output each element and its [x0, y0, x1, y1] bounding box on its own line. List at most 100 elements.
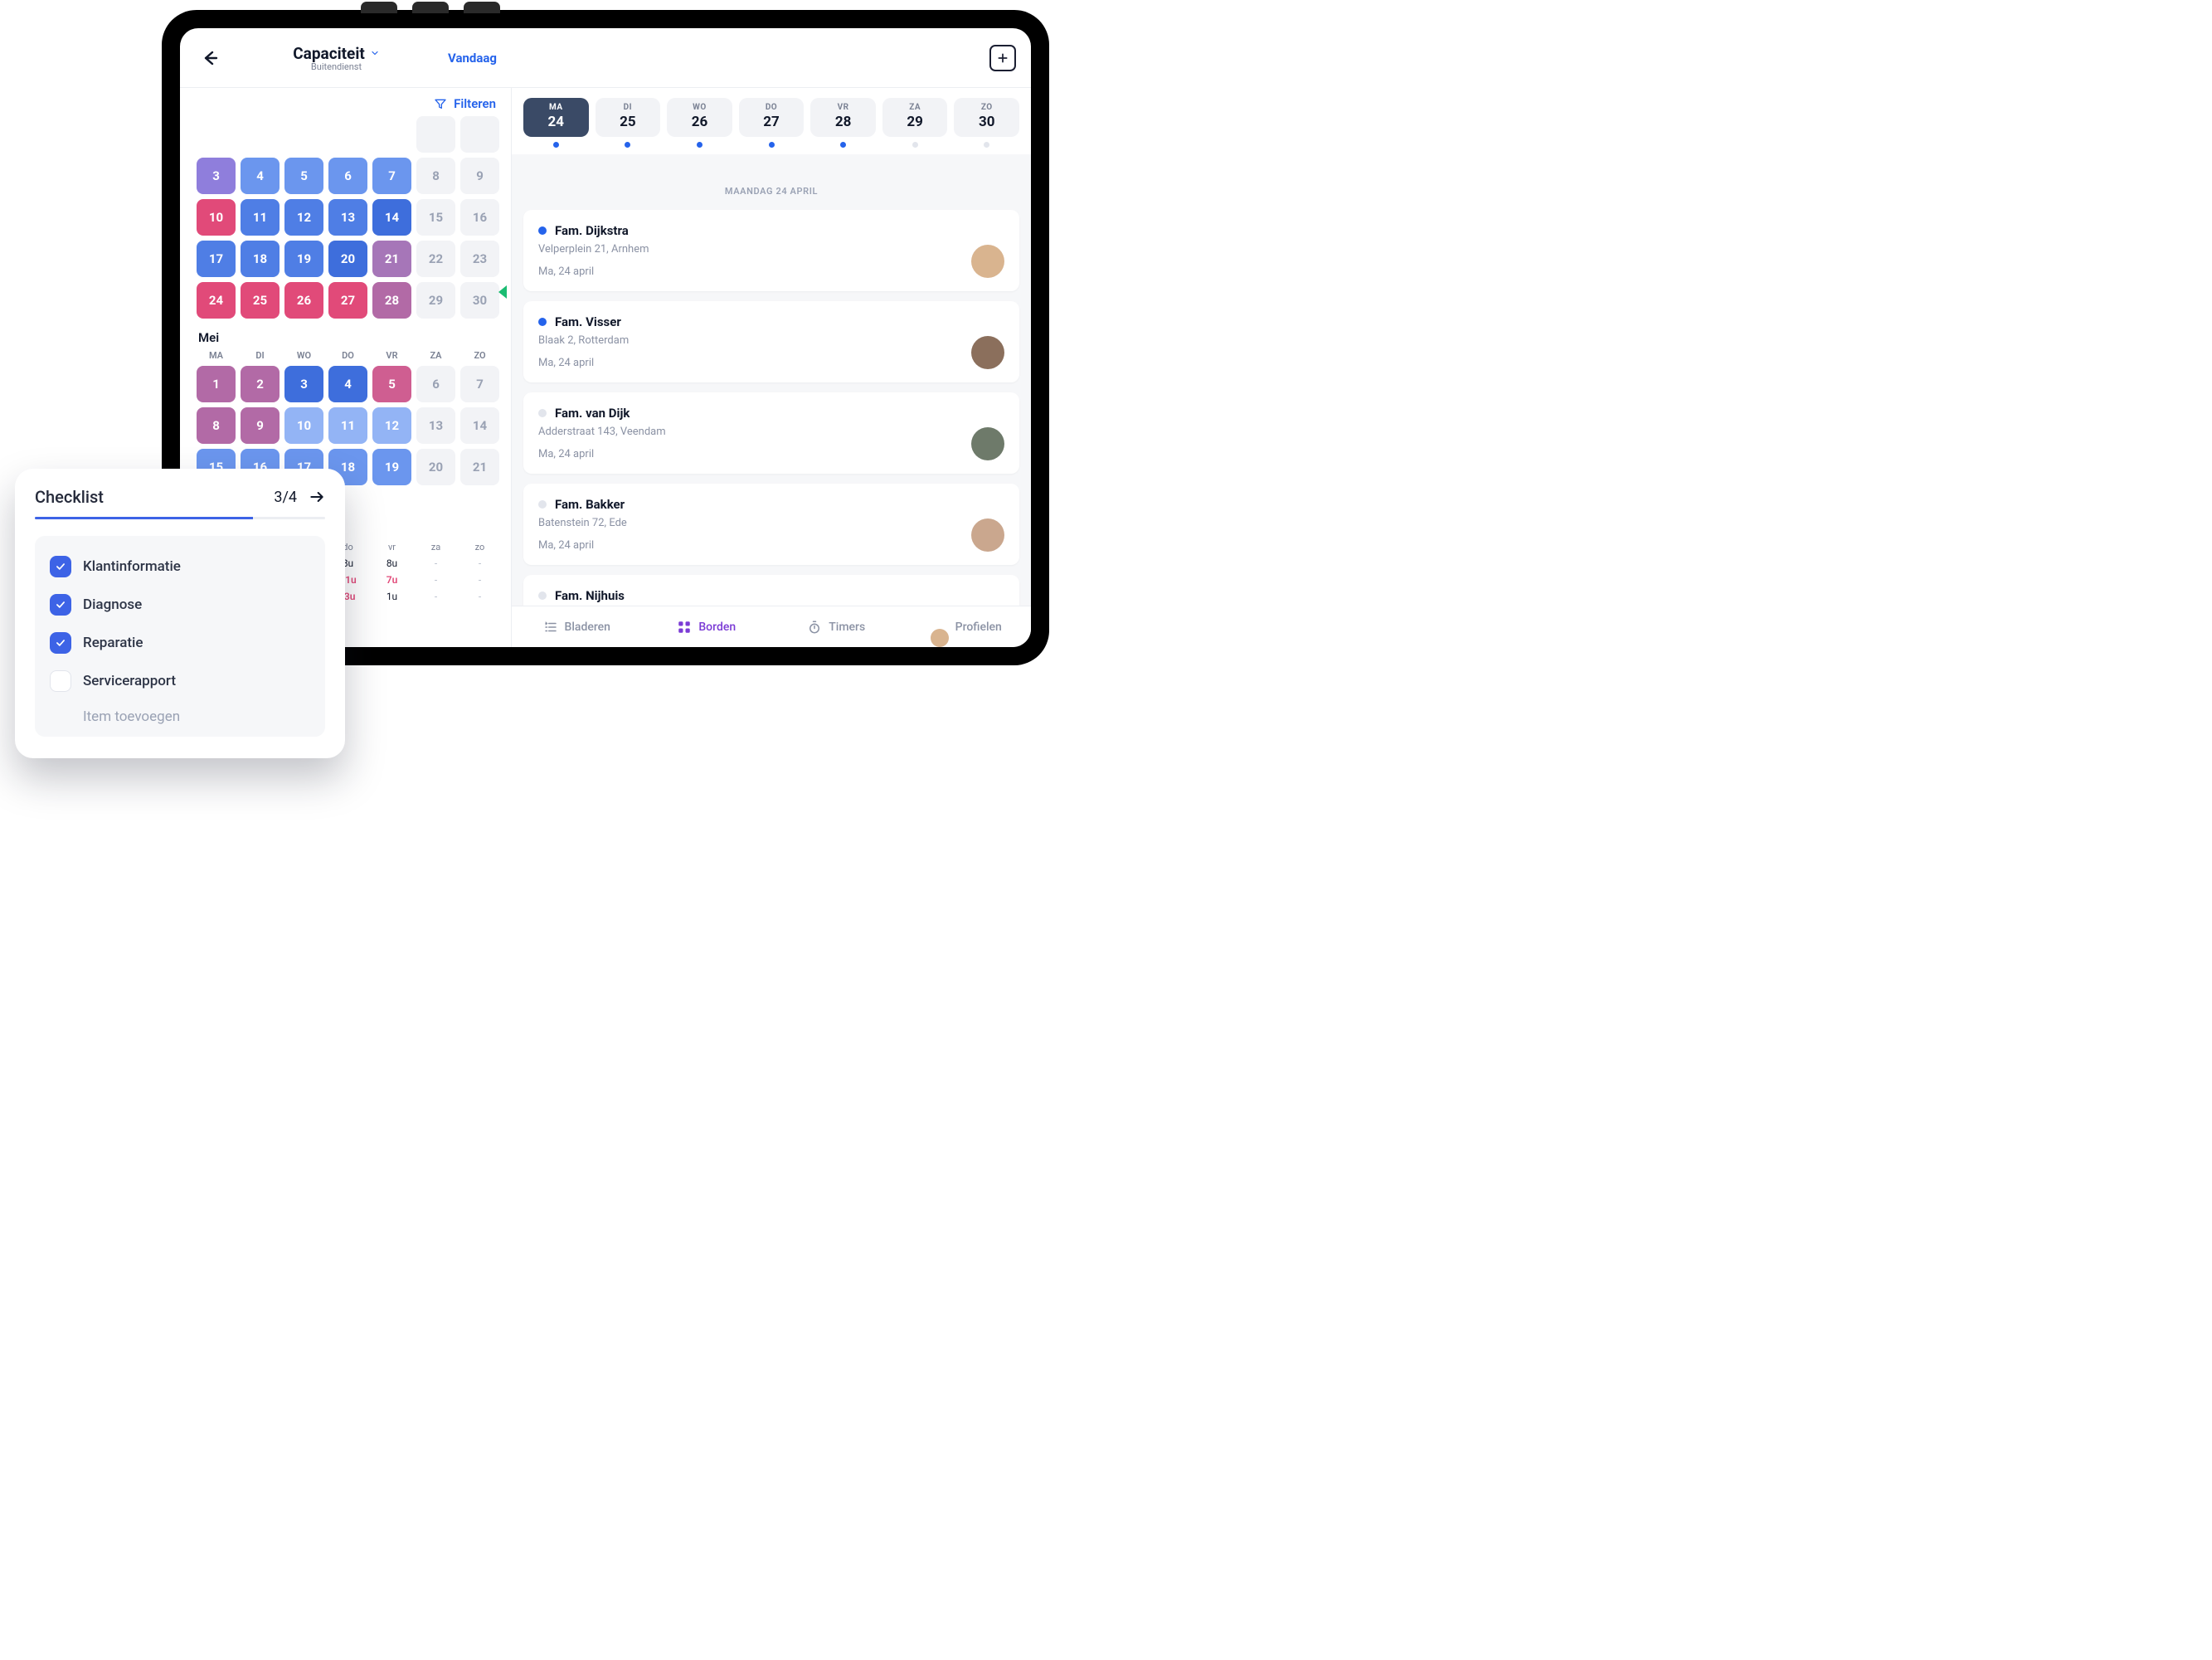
calendar-day[interactable]: [416, 116, 455, 153]
avatar: [971, 518, 1004, 552]
day-chip[interactable]: WO26: [667, 98, 732, 137]
filter-button[interactable]: Filteren: [180, 88, 511, 116]
checkbox[interactable]: [50, 556, 71, 577]
calendar-day[interactable]: 5: [284, 158, 323, 194]
tab-timers[interactable]: Timers: [771, 606, 902, 647]
status-dot-icon: [840, 142, 846, 148]
appointment-date: Ma, 24 april: [538, 265, 649, 278]
checkbox[interactable]: [50, 632, 71, 654]
calendar-day[interactable]: 26: [284, 282, 323, 319]
checklist-item-label: Reparatie: [83, 635, 143, 651]
calendar-day[interactable]: 12: [284, 199, 323, 236]
checklist-item[interactable]: Reparatie: [48, 624, 312, 662]
chevron-down-icon: [370, 48, 380, 58]
appointment-card[interactable]: Fam. BakkerBatenstein 72, EdeMa, 24 apri…: [523, 484, 1019, 565]
calendar-day[interactable]: 3: [197, 158, 236, 194]
calendar-day[interactable]: 12: [372, 407, 411, 444]
calendar-day[interactable]: 8: [197, 407, 236, 444]
avatar: [971, 336, 1004, 369]
calendar-day[interactable]: 5: [372, 366, 411, 402]
calendar-day[interactable]: 22: [416, 241, 455, 277]
day-chip[interactable]: DI25: [596, 98, 661, 137]
calendar-day[interactable]: 24: [197, 282, 236, 319]
calendar-day[interactable]: 9: [460, 158, 499, 194]
calendar-day[interactable]: 4: [328, 366, 367, 402]
calendar-day[interactable]: 10: [197, 199, 236, 236]
checklist-item[interactable]: Klantinformatie: [48, 548, 312, 586]
appointment-card[interactable]: Fam. van DijkAdderstraat 143, VeendamMa,…: [523, 392, 1019, 474]
appointment-card[interactable]: Fam. Nijhuis: [523, 575, 1019, 606]
calendar-day[interactable]: 23: [460, 241, 499, 277]
status-dot-icon: [538, 500, 547, 509]
list-heading: MAANDAG 24 APRIL: [523, 154, 1019, 210]
appointment-card[interactable]: Fam. VisserBlaak 2, RotterdamMa, 24 apri…: [523, 301, 1019, 382]
calendar-day[interactable]: 29: [416, 282, 455, 319]
calendar-day[interactable]: 13: [416, 407, 455, 444]
checkbox[interactable]: [50, 594, 71, 616]
appointment-card[interactable]: Fam. DijkstraVelperplein 21, ArnhemMa, 2…: [523, 210, 1019, 291]
calendar-day[interactable]: [460, 116, 499, 153]
calendar-day[interactable]: 6: [416, 366, 455, 402]
checklist-item[interactable]: Servicerapport: [48, 662, 312, 700]
arrow-right-icon[interactable]: [309, 489, 325, 505]
progress-bar: [35, 517, 325, 519]
calendar-day[interactable]: 11: [328, 407, 367, 444]
checklist-add-item[interactable]: Item toevoegen: [48, 700, 312, 728]
today-button[interactable]: Vandaag: [448, 51, 497, 66]
calendar-day[interactable]: 14: [372, 199, 411, 236]
calendar-day[interactable]: 18: [241, 241, 280, 277]
calendar-day[interactable]: 21: [460, 449, 499, 485]
calendar-day[interactable]: 19: [372, 449, 411, 485]
calendar-day[interactable]: 20: [328, 241, 367, 277]
tab-bladeren[interactable]: Bladeren: [512, 606, 642, 647]
calendar-day[interactable]: 21: [372, 241, 411, 277]
avatar-icon: [931, 629, 949, 647]
status-dot-icon: [538, 591, 547, 600]
calendar-day[interactable]: 2: [241, 366, 280, 402]
calendar-day[interactable]: 8: [416, 158, 455, 194]
calendar-day[interactable]: 13: [328, 199, 367, 236]
calendar-day[interactable]: 7: [460, 366, 499, 402]
checklist-item[interactable]: Diagnose: [48, 586, 312, 624]
calendar-day: [372, 490, 411, 527]
calendar-day[interactable]: 11: [241, 199, 280, 236]
calendar-day[interactable]: 20: [416, 449, 455, 485]
tab-borden[interactable]: Borden: [642, 606, 772, 647]
calendar-day[interactable]: 30: [460, 282, 499, 319]
checklist-item-label: Klantinformatie: [83, 558, 181, 575]
status-dot-icon: [625, 142, 630, 148]
calendar-day[interactable]: 28: [372, 282, 411, 319]
calendar-day[interactable]: 16: [460, 199, 499, 236]
tab-profielen[interactable]: Profielen: [902, 606, 1032, 647]
title-block[interactable]: Capaciteit Buitendienst: [235, 44, 438, 72]
filter-label: Filteren: [454, 96, 496, 111]
day-chip[interactable]: ZO30: [954, 98, 1019, 137]
add-button[interactable]: [989, 45, 1016, 71]
calendar-day[interactable]: 27: [328, 282, 367, 319]
calendar-day[interactable]: 7: [372, 158, 411, 194]
calendar-day: [197, 116, 236, 153]
status-dot-icon: [538, 226, 547, 235]
calendar-day[interactable]: 17: [197, 241, 236, 277]
checkbox[interactable]: [50, 670, 71, 692]
day-strip-dots: [512, 142, 1031, 154]
calendar-day[interactable]: 15: [416, 199, 455, 236]
day-chip[interactable]: MA24: [523, 98, 589, 137]
appointment-name: Fam. Bakker: [555, 497, 625, 512]
day-chip[interactable]: VR28: [810, 98, 876, 137]
calendar-day[interactable]: 6: [328, 158, 367, 194]
calendar-day[interactable]: 10: [284, 407, 323, 444]
calendar-day[interactable]: 19: [284, 241, 323, 277]
back-button[interactable]: [195, 43, 225, 73]
calendar-day[interactable]: 9: [241, 407, 280, 444]
day-chip[interactable]: DO27: [739, 98, 805, 137]
appointment-name: Fam. Dijkstra: [555, 223, 629, 238]
status-dot-icon: [538, 409, 547, 417]
calendar-day[interactable]: 3: [284, 366, 323, 402]
calendar-day[interactable]: 14: [460, 407, 499, 444]
calendar-day[interactable]: 4: [241, 158, 280, 194]
calendar-day[interactable]: 1: [197, 366, 236, 402]
calendar-day[interactable]: 25: [241, 282, 280, 319]
day-chip[interactable]: ZA29: [882, 98, 948, 137]
month-label-may: Mei: [198, 330, 498, 345]
